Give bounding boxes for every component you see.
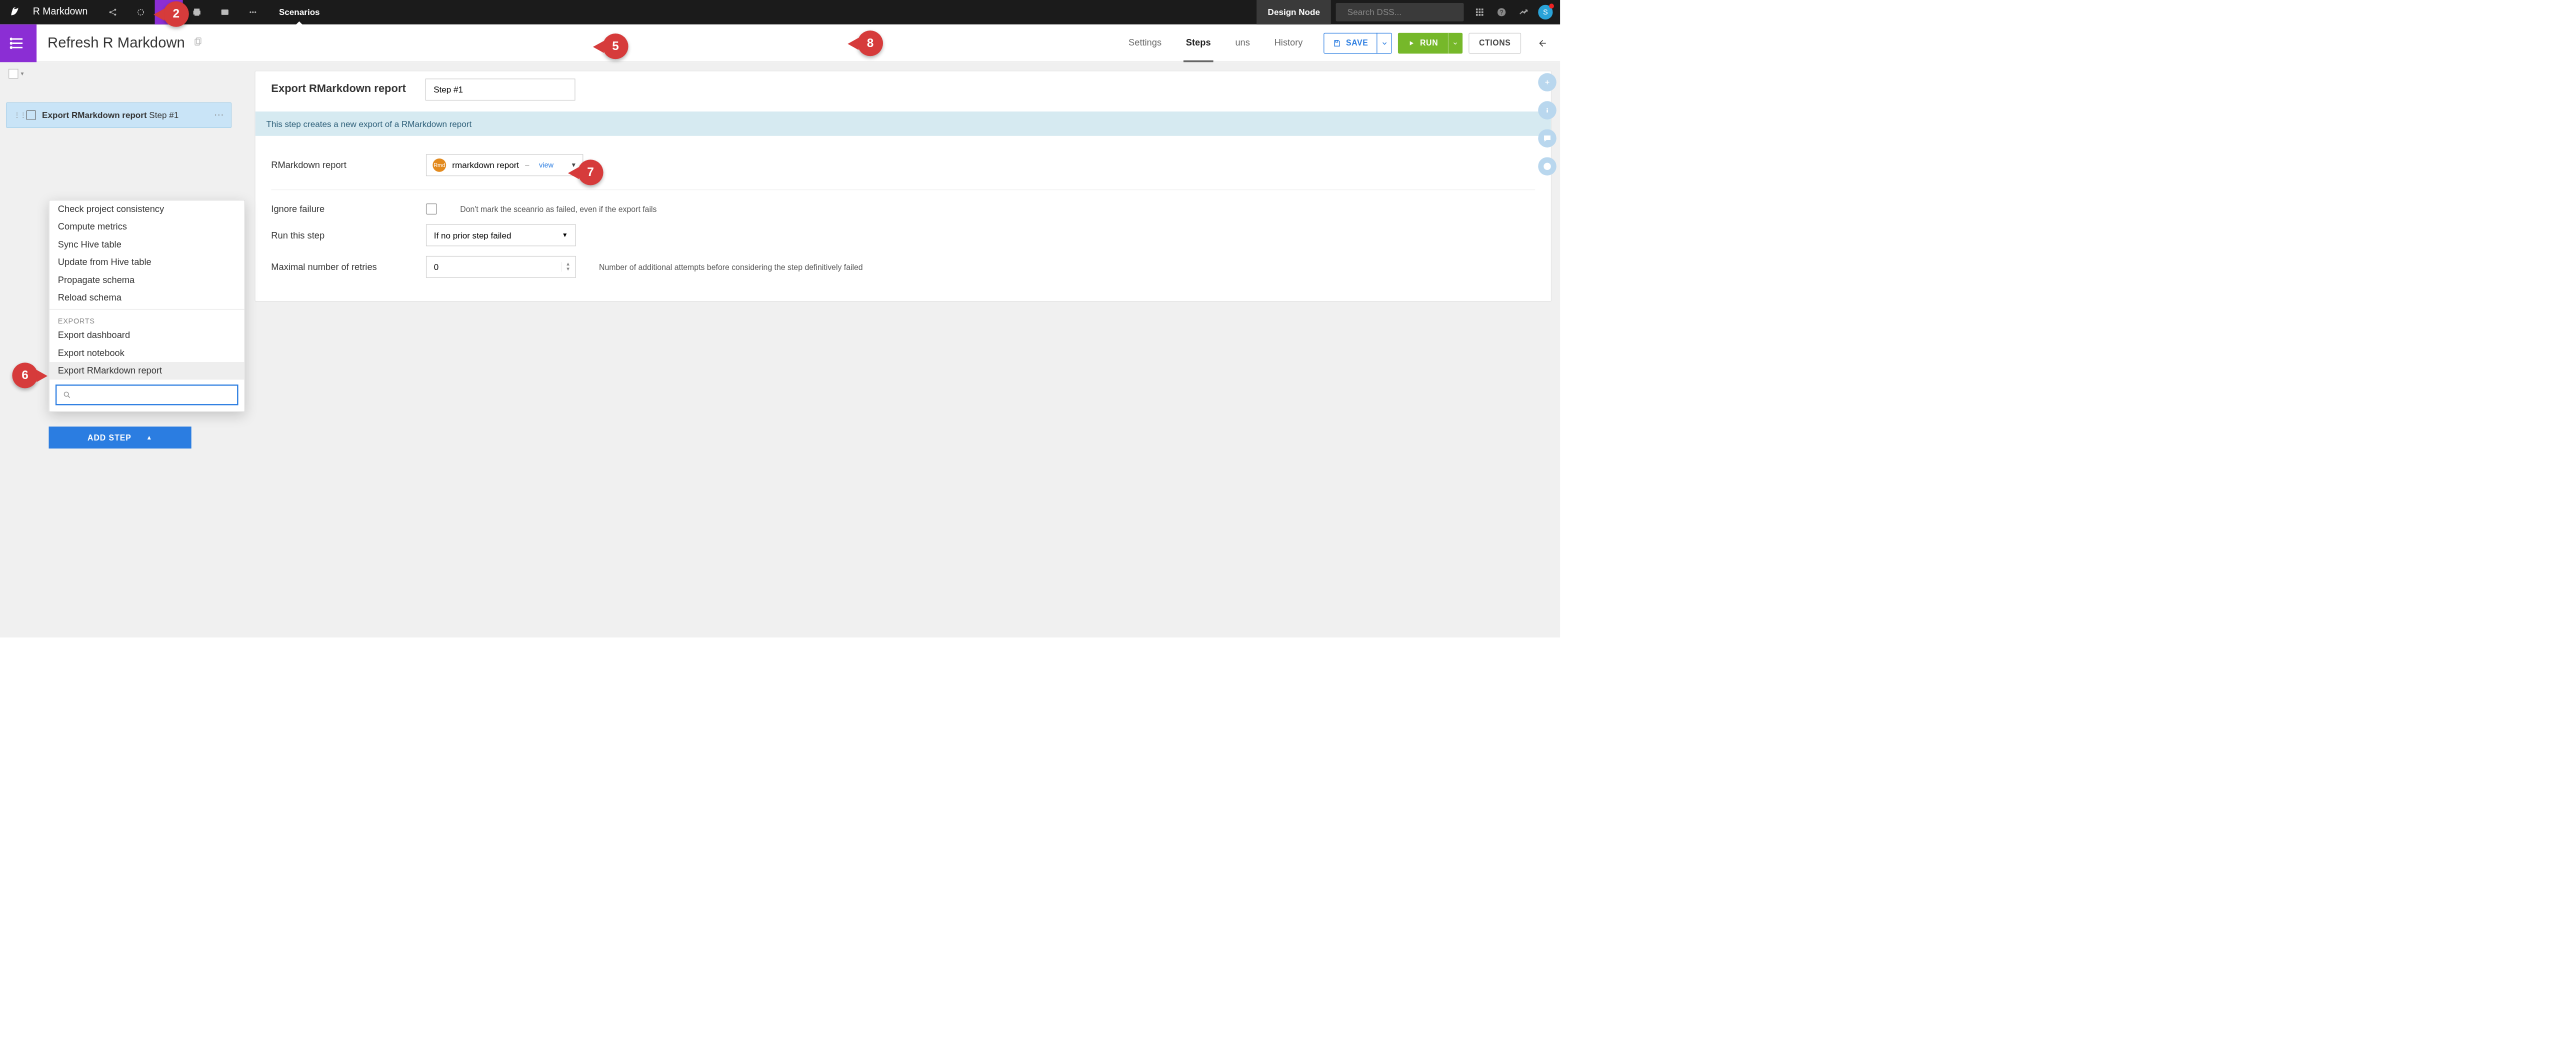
search-input[interactable] bbox=[1347, 7, 1457, 17]
step-list-item[interactable]: ⋮⋮ Export RMarkdown report Step #1 ⋯ bbox=[6, 102, 231, 128]
help-icon[interactable]: ? bbox=[1491, 0, 1513, 24]
badge-2: 2 bbox=[163, 1, 189, 27]
right-rail bbox=[1538, 73, 1556, 175]
menu-search-input[interactable] bbox=[76, 390, 231, 400]
back-arrow-icon[interactable] bbox=[1530, 37, 1554, 49]
badge-5: 5 bbox=[603, 34, 629, 60]
badge-7: 7 bbox=[578, 160, 604, 186]
ignore-failure-label: Ignore failure bbox=[271, 204, 411, 214]
avatar[interactable]: S bbox=[1538, 5, 1553, 20]
chat-circle-icon[interactable] bbox=[1538, 129, 1556, 147]
chevron-down-icon: ▼ bbox=[562, 232, 568, 239]
chevron-down-icon bbox=[1380, 39, 1389, 48]
step-checkbox[interactable] bbox=[26, 110, 36, 120]
search-dss[interactable] bbox=[1336, 3, 1464, 21]
project-name[interactable]: R Markdown bbox=[30, 7, 98, 18]
menu-item[interactable]: Check project consistency bbox=[49, 200, 244, 218]
dashboard-icon[interactable] bbox=[211, 0, 239, 24]
rmd-view-link[interactable]: view bbox=[539, 161, 554, 170]
notification-dot-icon bbox=[1549, 4, 1554, 9]
chevron-down-icon bbox=[1452, 39, 1459, 46]
logo-bird-icon[interactable] bbox=[0, 6, 30, 18]
step-name-input[interactable] bbox=[426, 79, 576, 101]
run-dropdown[interactable] bbox=[1448, 33, 1463, 54]
more-icon[interactable] bbox=[239, 0, 267, 24]
rmarkdown-report-select[interactable]: Rmd rmarkdown report – view ▼ bbox=[426, 154, 583, 176]
scenario-icon[interactable] bbox=[0, 24, 37, 62]
copy-icon[interactable] bbox=[193, 36, 204, 50]
run-button[interactable]: RUN bbox=[1398, 33, 1462, 54]
tab-settings[interactable]: Settings bbox=[1116, 24, 1173, 62]
menu-group-label: EXPORTS bbox=[49, 312, 244, 327]
badge-6: 6 bbox=[12, 363, 38, 389]
step-editor: Export RMarkdown report This step create… bbox=[238, 62, 1560, 637]
step-heading: Export RMarkdown report bbox=[271, 82, 406, 95]
menu-search[interactable] bbox=[55, 385, 238, 406]
clock-circle-icon[interactable] bbox=[1538, 157, 1556, 175]
add-circle-icon[interactable] bbox=[1538, 73, 1556, 91]
retries-input[interactable]: 0 ▲▼ bbox=[426, 256, 576, 278]
rmd-icon: Rmd bbox=[433, 158, 446, 171]
steps-sidebar: ▾ ⋮⋮ Export RMarkdown report Step #1 ⋯ A… bbox=[0, 62, 238, 637]
run-this-step-label: Run this step bbox=[271, 230, 411, 240]
page-title: Refresh R Markdown bbox=[48, 34, 185, 51]
menu-item-highlighted[interactable]: Export RMarkdown report bbox=[49, 362, 244, 380]
save-dropdown[interactable] bbox=[1377, 33, 1392, 54]
play-icon bbox=[1408, 39, 1415, 46]
select-all-checkbox[interactable] bbox=[9, 69, 19, 79]
rmarkdown-report-label: RMarkdown report bbox=[271, 160, 411, 170]
spinner-icon[interactable]: ▲▼ bbox=[561, 262, 570, 272]
chevron-up-icon: ▲ bbox=[146, 434, 153, 441]
retries-help: Number of additional attempts before con… bbox=[599, 262, 863, 271]
drag-handle-icon[interactable]: ⋮⋮ bbox=[14, 112, 23, 119]
design-node-label[interactable]: Design Node bbox=[1257, 0, 1331, 24]
badge-8: 8 bbox=[857, 30, 883, 56]
menu-item[interactable]: Propagate schema bbox=[49, 271, 244, 289]
search-icon bbox=[1342, 8, 1343, 17]
top-bar: R Markdown Scenarios Design Node ? S bbox=[0, 0, 1560, 24]
menu-item[interactable]: Reload schema bbox=[49, 289, 244, 307]
menu-item[interactable]: Sync Hive table bbox=[49, 236, 244, 254]
run-this-step-select[interactable]: If no prior step failed ▼ bbox=[426, 224, 576, 246]
rmd-selected-name: rmarkdown report bbox=[452, 160, 519, 170]
search-icon bbox=[63, 391, 72, 400]
add-step-menu: Check project consistency Compute metric… bbox=[49, 200, 245, 412]
info-circle-icon[interactable] bbox=[1538, 101, 1556, 119]
tab-scenarios[interactable]: Scenarios bbox=[267, 0, 332, 24]
share-icon[interactable] bbox=[99, 0, 127, 24]
select-all-dropdown-icon[interactable]: ▾ bbox=[21, 70, 24, 77]
info-banner: This step creates a new export of a RMar… bbox=[255, 112, 1551, 136]
tab-steps[interactable]: Steps bbox=[1174, 24, 1223, 62]
add-step-button[interactable]: ADD STEP▲ bbox=[49, 427, 192, 449]
ignore-failure-help: Don't mark the sceanrio as failed, even … bbox=[460, 204, 657, 213]
step-more-icon[interactable]: ⋯ bbox=[214, 109, 224, 121]
menu-item[interactable]: Update from Hive table bbox=[49, 254, 244, 272]
menu-item[interactable]: Compute metrics bbox=[49, 218, 244, 236]
save-button[interactable]: SAVE bbox=[1323, 33, 1392, 54]
tab-history[interactable]: History bbox=[1262, 24, 1315, 62]
retries-label: Maximal number of retries bbox=[271, 262, 411, 272]
ignore-failure-checkbox[interactable] bbox=[426, 204, 437, 215]
save-icon bbox=[1333, 39, 1342, 48]
subheader: Refresh R Markdown Settings Steps uns Hi… bbox=[0, 24, 1560, 62]
trend-icon[interactable] bbox=[1513, 0, 1535, 24]
menu-item[interactable]: Export notebook bbox=[49, 344, 244, 362]
tab-runs[interactable]: uns bbox=[1223, 24, 1262, 62]
apps-grid-icon[interactable] bbox=[1469, 0, 1491, 24]
select-all-row[interactable]: ▾ bbox=[0, 62, 238, 85]
actions-button[interactable]: CTIONS bbox=[1469, 33, 1521, 54]
step-label: Export RMarkdown report Step #1 bbox=[42, 110, 179, 120]
menu-item[interactable]: Export dashboard bbox=[49, 327, 244, 345]
